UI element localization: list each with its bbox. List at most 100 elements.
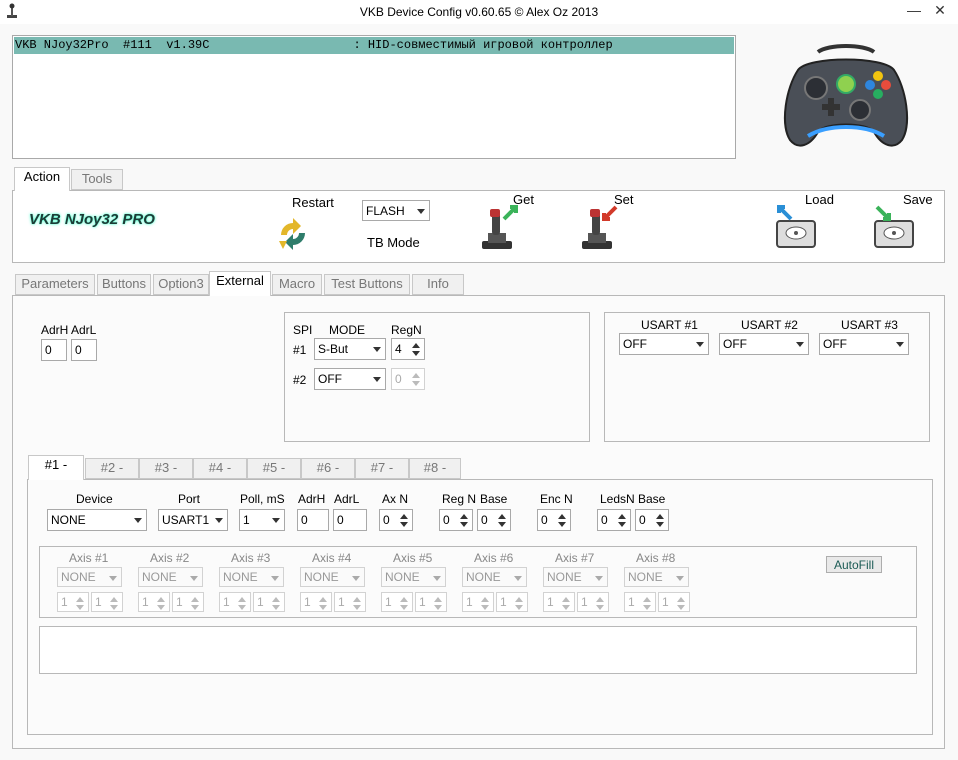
axis-7-value-b: 1 — [581, 595, 588, 609]
spi-row1-label: #1 — [293, 343, 307, 357]
spin-down-icon — [481, 605, 489, 610]
ledsn-label: LedsN — [600, 492, 635, 506]
ledsn-spinner[interactable]: 0 — [597, 509, 631, 531]
axis-7-mode-select[interactable]: NONE — [543, 567, 608, 587]
usart1-select[interactable]: OFF — [619, 333, 709, 355]
spi2-regn-spinner[interactable]: 0 — [391, 368, 425, 390]
action-panel: VKB NJoy32 PRO Restart FLASH TB Mode Get… — [12, 190, 945, 263]
usart3-select[interactable]: OFF — [819, 333, 909, 355]
axis-8-spinner-b[interactable]: 1 — [658, 592, 690, 612]
axis-1-spinner-b[interactable]: 1 — [91, 592, 123, 612]
base2-spinner[interactable]: 0 — [635, 509, 669, 531]
tab-tools[interactable]: Tools — [71, 169, 123, 190]
device-list-row[interactable]: VKB NJoy32Pro #111 v1.39C : HID-совмести… — [14, 37, 734, 54]
tab-device-3[interactable]: #3 - — [139, 458, 193, 479]
usart2-select[interactable]: OFF — [719, 333, 809, 355]
close-button[interactable]: ✕ — [926, 2, 954, 20]
axis-8-spinner-a[interactable]: 1 — [624, 592, 656, 612]
axis-3-value-b: 1 — [257, 595, 264, 609]
axis-3-mode-select[interactable]: NONE — [219, 567, 284, 587]
spin-down-icon — [460, 522, 468, 527]
tab-action[interactable]: Action — [14, 167, 70, 191]
axis-2-spinner-a[interactable]: 1 — [138, 592, 170, 612]
tab-device-2[interactable]: #2 - — [85, 458, 139, 479]
device-select[interactable]: NONE — [47, 509, 147, 531]
base-spinner[interactable]: 0 — [477, 509, 511, 531]
axis-4-spinner-b[interactable]: 1 — [334, 592, 366, 612]
joystick-set-icon[interactable] — [578, 203, 620, 251]
adrl-field[interactable]: 0 — [71, 339, 97, 361]
tab-device-1[interactable]: #1 - — [28, 455, 84, 480]
axis-4-mode-select[interactable]: NONE — [300, 567, 365, 587]
chevron-down-icon — [373, 347, 381, 352]
tab-device-5[interactable]: #5 - — [247, 458, 301, 479]
spin-up-icon — [515, 597, 523, 602]
axis-1-mode-select[interactable]: NONE — [57, 567, 122, 587]
tab-option3[interactable]: Option3 — [153, 274, 209, 295]
axis-2-value-b: 1 — [176, 595, 183, 609]
tab-device-8[interactable]: #8 - — [409, 458, 461, 479]
axis-5-spinner-b[interactable]: 1 — [415, 592, 447, 612]
dev-adrl-label: AdrL — [334, 492, 360, 506]
tab-device-6[interactable]: #6 - — [301, 458, 355, 479]
axis-6-spinner-a[interactable]: 1 — [462, 592, 494, 612]
axis-3-spinner-b[interactable]: 1 — [253, 592, 285, 612]
spi2-mode-select[interactable]: OFF — [314, 368, 386, 390]
axis-5-mode-select[interactable]: NONE — [381, 567, 446, 587]
dev-adrl-field[interactable]: 0 — [333, 509, 367, 531]
chevron-down-icon — [271, 576, 279, 581]
tab-macro[interactable]: Macro — [272, 274, 322, 295]
axis-1-value-b: 1 — [95, 595, 102, 609]
adrh-field[interactable]: 0 — [41, 339, 67, 361]
spi2-mode-value: OFF — [318, 372, 342, 386]
tab-device-7[interactable]: #7 - — [355, 458, 409, 479]
disk-load-icon[interactable] — [773, 203, 819, 251]
spi-label: SPI — [293, 323, 313, 337]
axis-7-spinner-b[interactable]: 1 — [577, 592, 609, 612]
axis-7-spinner-a[interactable]: 1 — [543, 592, 575, 612]
axis-5-spinner-a[interactable]: 1 — [381, 592, 413, 612]
device-list[interactable]: VKB NJoy32Pro #111 v1.39C : HID-совмести… — [12, 35, 736, 159]
axis-2-spinner-b[interactable]: 1 — [172, 592, 204, 612]
joystick-get-icon[interactable] — [478, 203, 520, 251]
spi1-regn-spinner[interactable]: 4 — [391, 338, 425, 360]
device-config-panel: Device NONE Port USART1 Poll, mS 1 AdrH … — [27, 479, 933, 735]
spi1-mode-select[interactable]: S-But — [314, 338, 386, 360]
axn-spinner[interactable]: 0 — [379, 509, 413, 531]
flash-select-value: FLASH — [366, 204, 405, 218]
port-select[interactable]: USART1 — [158, 509, 228, 531]
axis-1-spinner-a[interactable]: 1 — [57, 592, 89, 612]
disk-save-icon[interactable] — [871, 203, 917, 251]
tab-info[interactable]: Info — [412, 274, 464, 295]
chevron-down-icon — [417, 209, 425, 214]
flash-select[interactable]: FLASH — [362, 200, 430, 221]
axis-2-mode-select[interactable]: NONE — [138, 567, 203, 587]
regn-spinner[interactable]: 0 — [439, 509, 473, 531]
axis-6-mode-select[interactable]: NONE — [462, 567, 527, 587]
axis-8-mode-select[interactable]: NONE — [624, 567, 689, 587]
tab-parameters[interactable]: Parameters — [15, 274, 95, 295]
tab-buttons[interactable]: Buttons — [97, 274, 151, 295]
tab-device-4[interactable]: #4 - — [193, 458, 247, 479]
axis-7-label: Axis #7 — [555, 551, 595, 565]
restart-icon[interactable] — [273, 215, 313, 253]
tab-test-buttons[interactable]: Test Buttons — [324, 274, 410, 295]
spin-down-icon — [353, 605, 361, 610]
axis-3-spinner-a[interactable]: 1 — [219, 592, 251, 612]
minimize-button[interactable]: — — [900, 2, 928, 20]
spin-down-icon — [400, 522, 408, 527]
encn-label: Enc N — [540, 492, 573, 506]
encn-spinner[interactable]: 0 — [537, 509, 571, 531]
log-area[interactable] — [39, 626, 917, 674]
axis-4-spinner-a[interactable]: 1 — [300, 592, 332, 612]
axis-6-spinner-b[interactable]: 1 — [496, 592, 528, 612]
poll-select[interactable]: 1 — [239, 509, 285, 531]
tab-external[interactable]: External — [209, 271, 271, 296]
chevron-down-icon — [696, 342, 704, 347]
spin-up-icon — [353, 597, 361, 602]
poll-value: 1 — [243, 513, 250, 527]
autofill-button[interactable]: AutoFill — [826, 556, 882, 573]
spin-down-icon — [558, 522, 566, 527]
dev-adrh-field[interactable]: 0 — [297, 509, 329, 531]
axis-5-label: Axis #5 — [393, 551, 433, 565]
